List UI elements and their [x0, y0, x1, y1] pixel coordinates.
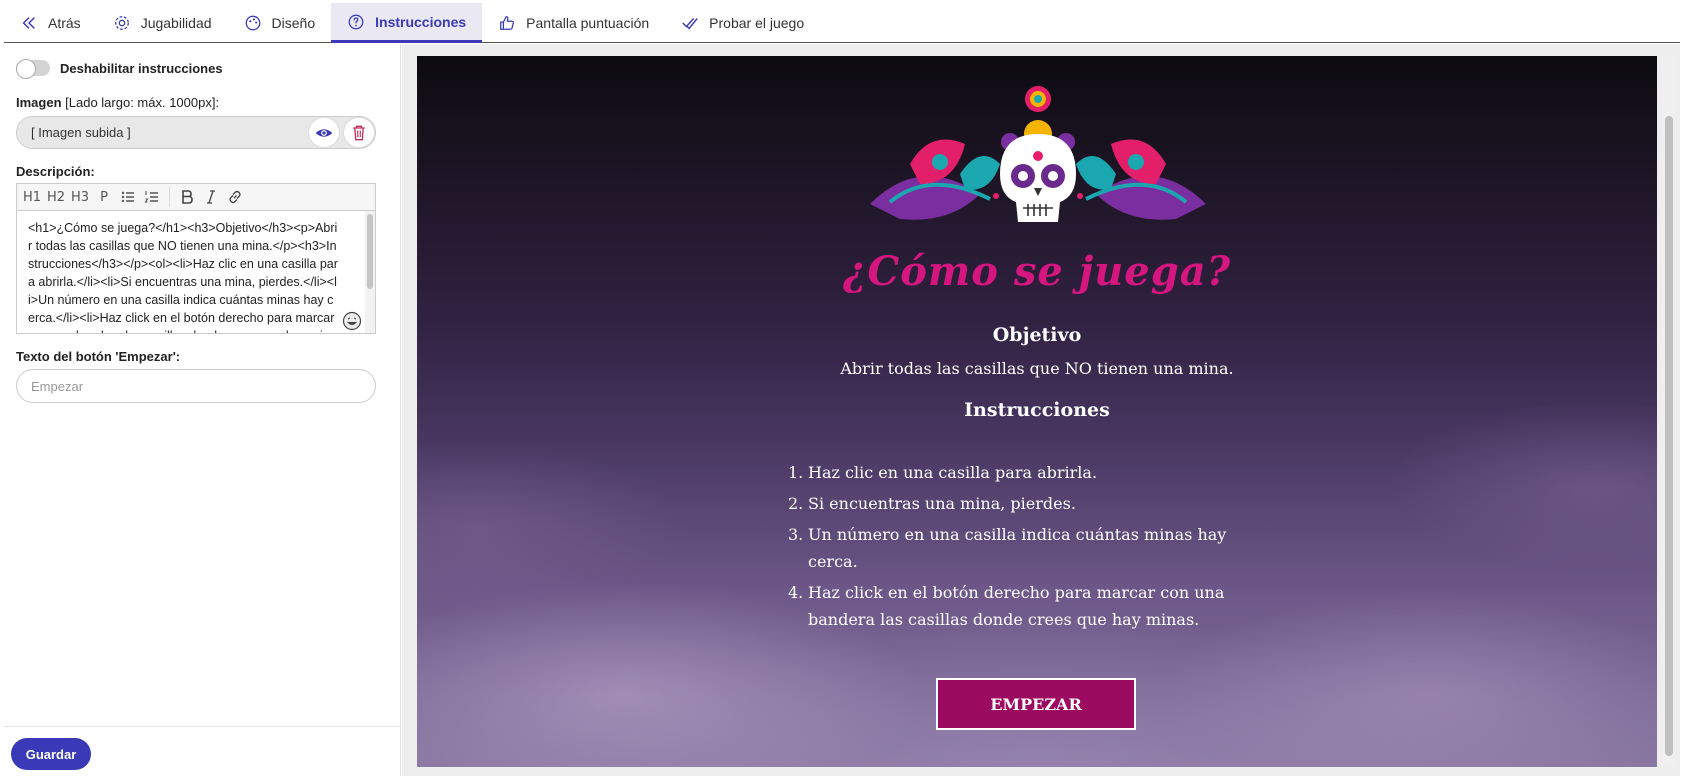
editor-scrollbar[interactable] — [365, 211, 375, 333]
numbered-list-button[interactable] — [141, 186, 163, 208]
list-item: 2. Si encuentras una mina, pierdes. — [788, 490, 1248, 517]
h2-button[interactable]: H2 — [45, 186, 67, 208]
link-button[interactable] — [224, 186, 246, 208]
step-text: Haz clic en una casilla para abrirla. — [808, 463, 1098, 482]
instructions-heading: Instrucciones — [964, 399, 1110, 421]
bullet-list-button[interactable] — [117, 186, 139, 208]
help-circle-icon — [348, 14, 364, 29]
emoji-icon[interactable] — [342, 311, 362, 331]
step-number: 1. — [788, 463, 804, 482]
step-text: Haz click en el botón derecho para marca… — [808, 583, 1225, 629]
instructions-list: 1. Haz clic en una casilla para abrirla. … — [788, 459, 1248, 637]
tab-label: Diseño — [271, 15, 316, 31]
image-hint: [Lado largo: máx. 1000px]: — [65, 95, 220, 110]
delete-image-button[interactable] — [343, 117, 375, 148]
tab-probar-juego[interactable]: Probar el juego — [665, 3, 820, 43]
h3-button[interactable]: H3 — [69, 186, 91, 208]
link-icon — [229, 190, 241, 204]
bullet-list-icon — [121, 191, 134, 203]
preview-scrollbar[interactable] — [1662, 56, 1676, 767]
step-text: Si encuentras una mina, pierdes. — [808, 494, 1076, 513]
tab-label: Pantalla puntuación — [526, 15, 650, 31]
thumbs-up-icon — [500, 16, 515, 30]
preview-scroll-thumb[interactable] — [1665, 116, 1673, 756]
preview-title: ¿Cómo se juega? — [842, 248, 1232, 295]
save-button[interactable]: Guardar — [11, 738, 91, 770]
back-button[interactable]: Atrás — [4, 3, 97, 43]
disable-instructions-row: Deshabilitar instrucciones — [16, 59, 223, 79]
paragraph-button[interactable]: P — [93, 186, 115, 208]
preview-image-button[interactable] — [308, 117, 340, 148]
editor-toolbar: H1 H2 H3 P — [17, 184, 375, 211]
step-number: 2. — [788, 494, 804, 513]
step-number: 3. — [788, 525, 804, 544]
description-textarea[interactable]: <h1>¿Cómo se juega?</h1><h3>Objetivo</h3… — [17, 211, 375, 333]
disable-instructions-label: Deshabilitar instrucciones — [60, 60, 223, 76]
list-item: 4. Haz click en el botón derecho para mar… — [788, 579, 1248, 633]
image-label-row: Imagen [Lado largo: máx. 1000px]: — [16, 95, 219, 110]
image-field: [ Imagen subida ] — [16, 116, 376, 149]
description-source: <h1>¿Cómo se juega?</h1><h3>Objetivo</h3… — [28, 221, 338, 333]
objective-text: Abrir todas las casillas que NO tienen u… — [840, 359, 1234, 378]
tab-label: Instrucciones — [375, 13, 467, 30]
top-nav: Atrás Jugabilidad Diseño Instrucciones P… — [4, 3, 1680, 43]
disable-instructions-toggle[interactable] — [16, 59, 50, 79]
description-label: Descripción: — [16, 164, 95, 179]
footer-divider — [4, 726, 401, 727]
start-button-text-label: Texto del botón 'Empezar': — [16, 349, 181, 364]
tab-instrucciones[interactable]: Instrucciones — [331, 3, 483, 43]
bold-button[interactable] — [176, 186, 198, 208]
bold-icon — [182, 190, 193, 204]
description-editor: H1 H2 H3 P <h1>¿Cómo se juega?</h1><h3>O… — [16, 183, 376, 334]
list-item: 3. Un número en una casilla indica cuánta… — [788, 521, 1248, 575]
trash-icon — [353, 125, 365, 140]
chevron-left-icon — [22, 17, 35, 29]
palette-icon — [245, 15, 260, 31]
tab-label: Probar el juego — [709, 15, 805, 31]
skull-illustration — [870, 86, 1206, 222]
step-number: 4. — [788, 583, 804, 602]
double-check-icon — [682, 18, 698, 30]
h1-button[interactable]: H1 — [21, 186, 43, 208]
settings-panel: Deshabilitar instrucciones Imagen [Lado … — [4, 44, 401, 776]
eye-icon — [315, 128, 333, 137]
tab-diseno[interactable]: Diseño — [228, 3, 332, 43]
image-label: Imagen — [16, 95, 62, 110]
tab-pantalla-puntuacion[interactable]: Pantalla puntuación — [482, 3, 665, 43]
list-item: 1. Haz clic en una casilla para abrirla. — [788, 459, 1248, 486]
italic-icon — [207, 190, 215, 204]
numbered-list-icon — [144, 191, 158, 203]
preview-start-button[interactable]: EMPEZAR — [936, 678, 1136, 730]
back-label: Atrás — [48, 15, 81, 31]
step-text: Un número en una casilla indica cuántas … — [808, 525, 1227, 571]
tab-jugabilidad[interactable]: Jugabilidad — [97, 3, 228, 43]
toolbar-divider — [169, 187, 170, 207]
editor-scroll-thumb[interactable] — [367, 214, 373, 289]
objective-heading: Objetivo — [992, 324, 1082, 346]
image-value: [ Imagen subida ] — [31, 125, 131, 140]
tab-label: Jugabilidad — [140, 15, 212, 31]
instructions-preview: ¿Cómo se juega? Objetivo Abrir todas las… — [417, 56, 1657, 767]
start-button-text-input[interactable] — [16, 369, 376, 403]
gear-icon — [114, 16, 129, 30]
italic-button[interactable] — [200, 186, 222, 208]
